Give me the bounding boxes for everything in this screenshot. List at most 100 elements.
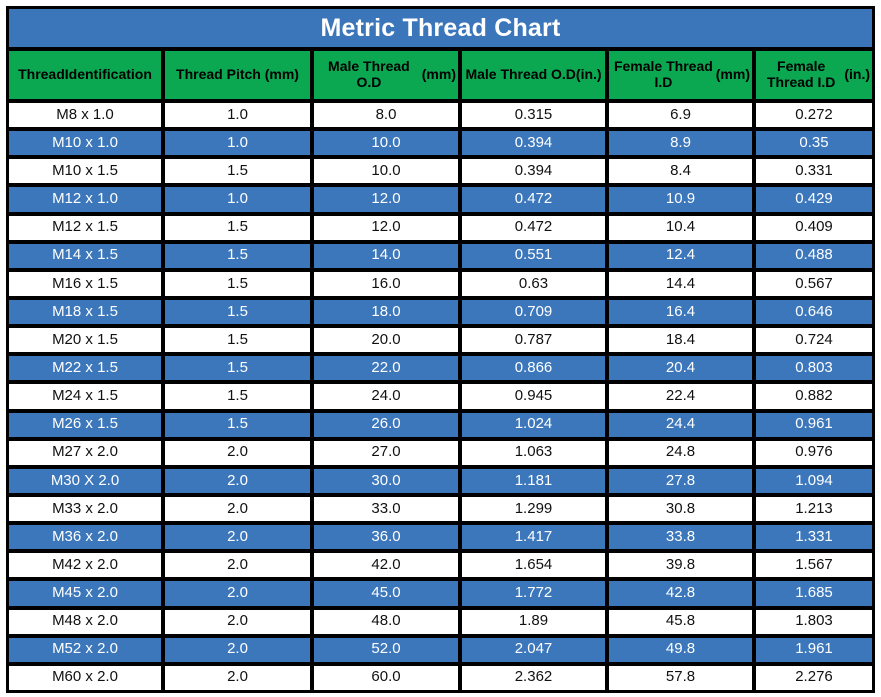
table-row[interactable]: M8 x 1.0 1.0 8.0 0.315 6.9 0.272 [9, 103, 872, 128]
table-cell: 1.213 [756, 496, 872, 522]
table-cell: 1.181 [462, 468, 605, 493]
table-cell: 0.63 [462, 271, 605, 296]
thread-identification-cell: M20 x 1.5 [9, 328, 161, 353]
table-row[interactable]: M33 x 2.0 2.0 33.0 1.299 30.8 1.213 [9, 496, 872, 522]
table-cell: 60.0 [314, 665, 458, 690]
table-cell: 26.0 [314, 412, 458, 437]
table-cell: 2.0 [165, 525, 310, 550]
table-cell: 30.0 [314, 468, 458, 493]
table-row[interactable]: M45 x 2.0 2.0 45.0 1.772 42.8 1.685 [9, 581, 872, 606]
table-cell: 45.8 [609, 609, 752, 634]
table-row[interactable]: M26 x 1.5 1.5 26.0 1.024 24.4 0.961 [9, 412, 872, 437]
table-cell: 0.488 [756, 243, 872, 268]
thread-identification-cell: M10 x 1.0 [9, 131, 161, 156]
table-cell: 0.429 [756, 187, 872, 212]
thread-identification-cell: M45 x 2.0 [9, 581, 161, 606]
table-cell: 0.472 [462, 215, 605, 240]
thread-identification-cell: M24 x 1.5 [9, 384, 161, 409]
table-cell: 12.0 [314, 215, 458, 240]
table-cell: 0.472 [462, 187, 605, 212]
column-header-line-1: Female Thread I.D [766, 58, 836, 90]
column-header-4[interactable]: Female Thread I.D (mm) [609, 51, 752, 99]
column-header-2[interactable]: Male Thread O.D (mm) [314, 51, 458, 99]
thread-identification-cell: M18 x 1.5 [9, 299, 161, 325]
table-cell: 2.362 [462, 665, 605, 690]
thread-identification-cell: M26 x 1.5 [9, 412, 161, 437]
table-row[interactable]: M48 x 2.0 2.0 48.0 1.89 45.8 1.803 [9, 609, 872, 634]
table-cell: 20.0 [314, 328, 458, 353]
table-cell: 1.063 [462, 440, 605, 465]
table-row[interactable]: M12 x 1.5 1.5 12.0 0.472 10.4 0.409 [9, 215, 872, 240]
table-row[interactable]: M18 x 1.5 1.5 18.0 0.709 16.4 0.646 [9, 299, 872, 325]
thread-identification-cell: M36 x 2.0 [9, 525, 161, 550]
table-cell: 0.976 [756, 440, 872, 465]
table-cell: 1.094 [756, 468, 872, 493]
table-cell: 24.4 [609, 412, 752, 437]
table-row[interactable]: M36 x 2.0 2.0 36.0 1.417 33.8 1.331 [9, 525, 872, 550]
column-header-line-1: Thread [18, 66, 65, 83]
table-cell: 1.772 [462, 581, 605, 606]
table-cell: 39.8 [609, 553, 752, 578]
table-cell: 1.89 [462, 609, 605, 634]
table-row[interactable]: M20 x 1.5 1.5 20.0 0.787 18.4 0.724 [9, 328, 872, 353]
table-cell: 12.4 [609, 243, 752, 268]
table-cell: 48.0 [314, 609, 458, 634]
thread-identification-cell: M27 x 2.0 [9, 440, 161, 465]
chart-table-frame: Metric Thread Chart Thread Identification… [6, 6, 875, 693]
table-row[interactable]: M10 x 1.0 1.0 10.0 0.394 8.9 0.35 [9, 131, 872, 156]
table-cell: 0.409 [756, 215, 872, 240]
table-cell: 0.567 [756, 271, 872, 296]
table-cell: 0.331 [756, 159, 872, 184]
table-cell: 10.0 [314, 131, 458, 156]
column-header-0[interactable]: Thread Identification [9, 51, 161, 99]
table-cell: 10.0 [314, 159, 458, 184]
table-cell: 1.685 [756, 581, 872, 606]
table-cell: 1.331 [756, 525, 872, 550]
table-row[interactable]: M60 x 2.0 2.0 60.0 2.362 57.8 2.276 [9, 665, 872, 690]
table-cell: 8.9 [609, 131, 752, 156]
column-header-1[interactable]: Thread Pitch (mm) [165, 51, 310, 99]
table-cell: 0.724 [756, 328, 872, 353]
table-cell: 1.803 [756, 609, 872, 634]
table-row[interactable]: M16 x 1.5 1.5 16.0 0.63 14.4 0.567 [9, 271, 872, 296]
column-header-3[interactable]: Male Thread O.D (in.) [462, 51, 605, 99]
table-cell: 1.5 [165, 412, 310, 437]
table-cell: 24.0 [314, 384, 458, 409]
table-cell: 1.5 [165, 215, 310, 240]
table-cell: 1.5 [165, 159, 310, 184]
column-header-5[interactable]: Female Thread I.D (in.) [756, 51, 872, 99]
table-cell: 1.0 [165, 131, 310, 156]
table-cell: 2.0 [165, 496, 310, 522]
table-cell: 0.803 [756, 356, 872, 381]
table-cell: 18.0 [314, 299, 458, 325]
table-row[interactable]: M10 x 1.5 1.5 10.0 0.394 8.4 0.331 [9, 159, 872, 184]
table-row[interactable]: M27 x 2.0 2.0 27.0 1.063 24.8 0.976 [9, 440, 872, 465]
table-cell: 2.0 [165, 665, 310, 690]
table-cell: 42.8 [609, 581, 752, 606]
table-header-row: Thread Identification Thread Pitch (mm) Mal… [9, 51, 872, 99]
table-cell: 52.0 [314, 637, 458, 662]
thread-identification-cell: M60 x 2.0 [9, 665, 161, 690]
table-row[interactable]: M42 x 2.0 2.0 42.0 1.654 39.8 1.567 [9, 553, 872, 578]
table-cell: 0.551 [462, 243, 605, 268]
table-cell: 0.394 [462, 131, 605, 156]
table-cell: 6.9 [609, 103, 752, 128]
table-cell: 49.8 [609, 637, 752, 662]
table-row[interactable]: M24 x 1.5 1.5 24.0 0.945 22.4 0.882 [9, 384, 872, 409]
table-cell: 0.394 [462, 159, 605, 184]
table-cell: 14.0 [314, 243, 458, 268]
page-title: Metric Thread Chart [320, 13, 561, 42]
table-cell: 0.945 [462, 384, 605, 409]
table-row[interactable]: M14 x 1.5 1.5 14.0 0.551 12.4 0.488 [9, 243, 872, 268]
table-row[interactable]: M30 X 2.0 2.0 30.0 1.181 27.8 1.094 [9, 468, 872, 493]
table-cell: 0.787 [462, 328, 605, 353]
table-row[interactable]: M12 x 1.0 1.0 12.0 0.472 10.9 0.429 [9, 187, 872, 212]
table-row[interactable]: M22 x 1.5 1.5 22.0 0.866 20.4 0.803 [9, 356, 872, 381]
table-cell: 16.0 [314, 271, 458, 296]
table-cell: 33.8 [609, 525, 752, 550]
table-cell: 2.276 [756, 665, 872, 690]
table-cell: 24.8 [609, 440, 752, 465]
table-cell: 1.5 [165, 299, 310, 325]
table-row[interactable]: M52 x 2.0 2.0 52.0 2.047 49.8 1.961 [9, 637, 872, 662]
table-cell: 22.4 [609, 384, 752, 409]
